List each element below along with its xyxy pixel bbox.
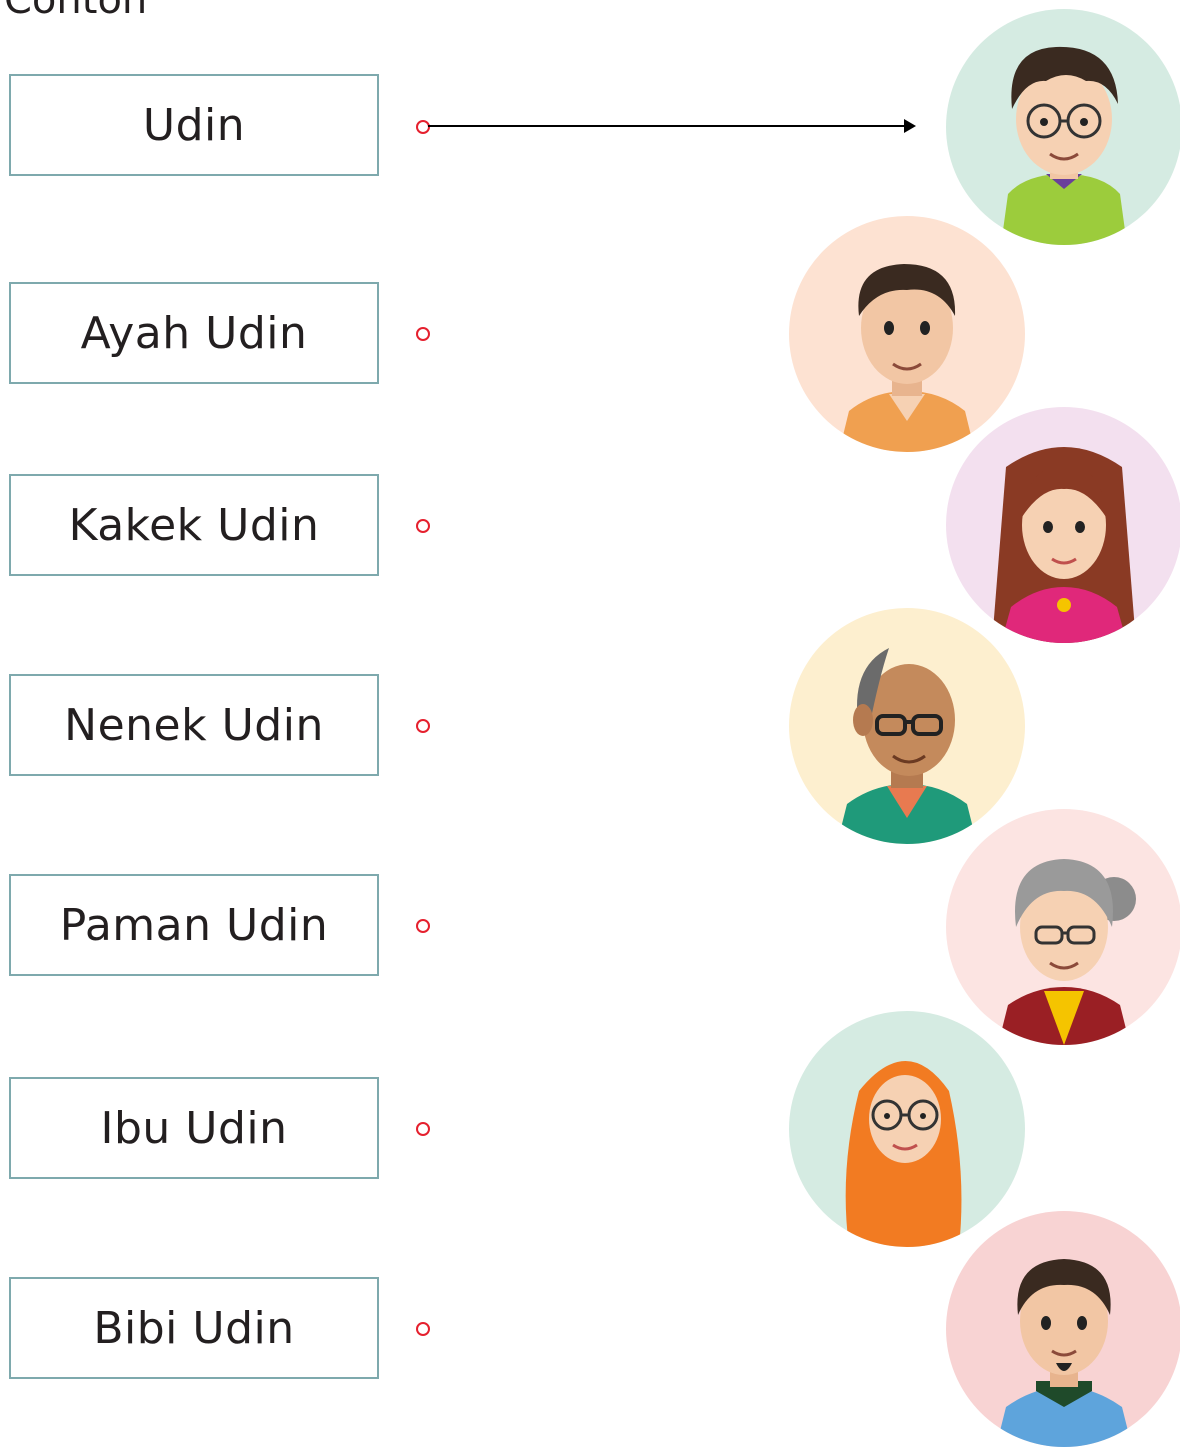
label-paman-udin: Paman Udin [9,874,379,976]
hijab-woman-glasses-icon [789,1011,1025,1247]
label-kakek-udin: Kakek Udin [9,474,379,576]
dot-ibu-udin[interactable] [416,1122,430,1136]
boy-glasses-icon [946,9,1180,245]
dot-kakek-udin[interactable] [416,519,430,533]
old-man-glasses-icon [789,608,1025,844]
portrait-long-hair-woman[interactable] [946,407,1180,643]
long-hair-woman-icon [946,407,1180,643]
portrait-old-man-glasses[interactable] [789,608,1025,844]
dot-ayah-udin[interactable] [416,327,430,341]
man-goatee-icon [946,1211,1180,1447]
dot-paman-udin[interactable] [416,919,430,933]
dot-bibi-udin[interactable] [416,1322,430,1336]
portrait-man-goatee[interactable] [946,1211,1180,1447]
dot-nenek-udin[interactable] [416,719,430,733]
old-woman-glasses-icon [946,809,1180,1045]
label-nenek-udin: Nenek Udin [9,674,379,776]
young-man-icon [789,216,1025,452]
label-ayah-udin: Ayah Udin [9,282,379,384]
label-bibi-udin: Bibi Udin [9,1277,379,1379]
portrait-hijab-woman-glasses[interactable] [789,1011,1025,1247]
label-ibu-udin: Ibu Udin [9,1077,379,1179]
portrait-boy-glasses[interactable] [946,9,1180,245]
portrait-young-man[interactable] [789,216,1025,452]
portrait-old-woman-glasses[interactable] [946,809,1180,1045]
